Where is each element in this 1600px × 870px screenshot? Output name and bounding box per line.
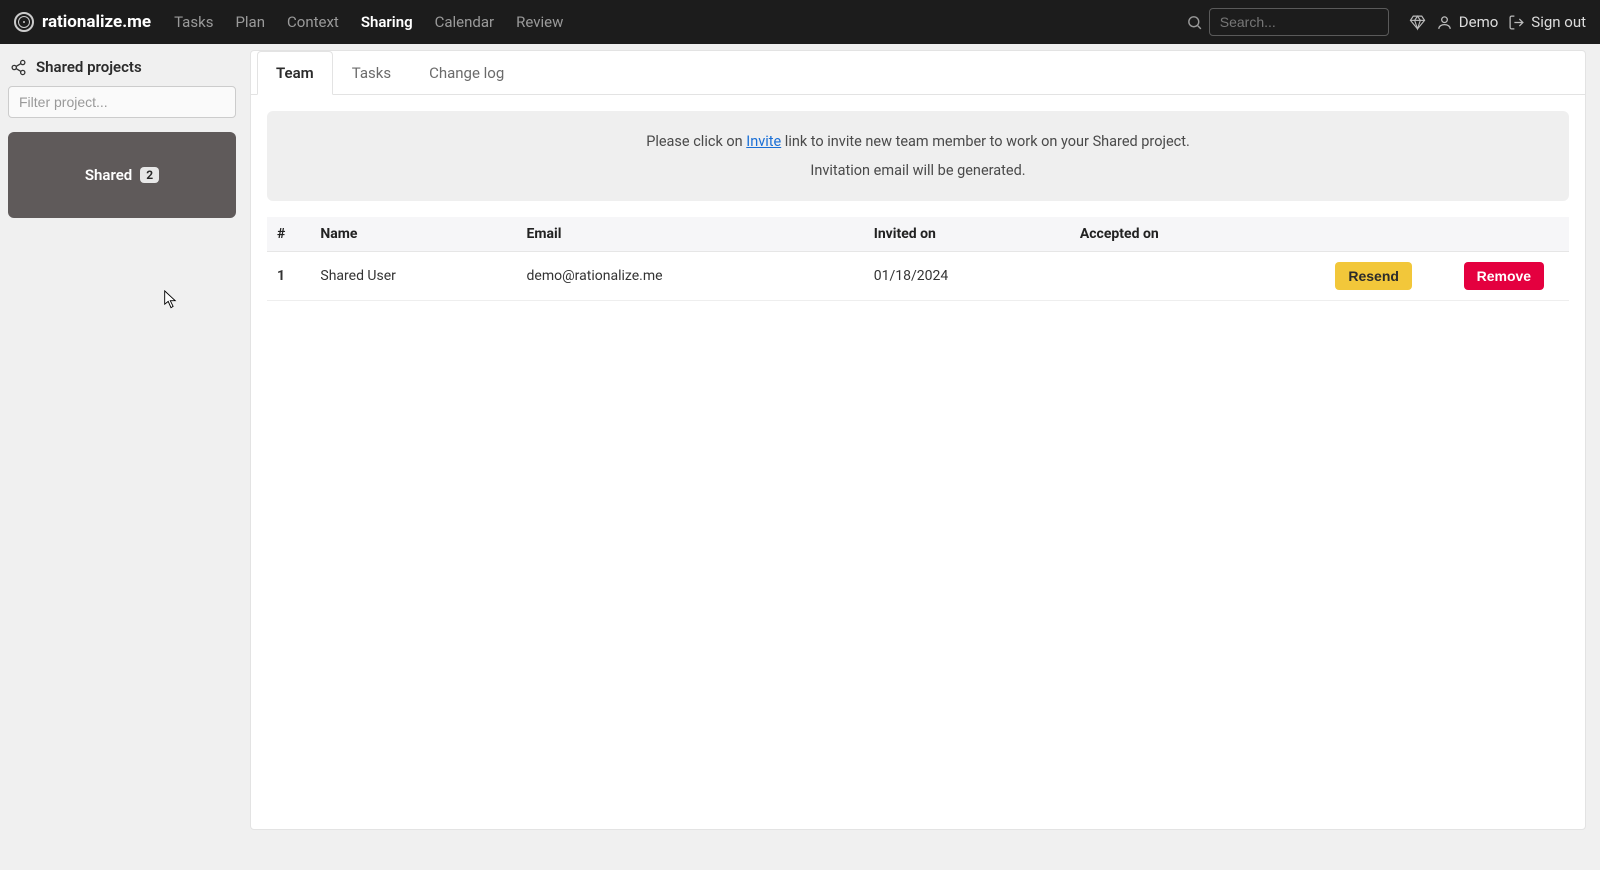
main: Team Tasks Change log Please click on In… [244,44,1600,870]
cell-invited: 01/18/2024 [864,252,1070,301]
notice-line2: Invitation email will be generated. [287,156,1549,185]
nav-user[interactable]: Demo [1436,13,1499,31]
top-nav: rationalize.me Tasks Plan Context Sharin… [0,0,1600,44]
th-name: Name [310,217,516,252]
nav-plan[interactable]: Plan [226,5,274,39]
user-label: Demo [1459,13,1499,31]
cell-email: demo@rationalize.me [517,252,864,301]
project-card-shared[interactable]: Shared 2 [8,132,236,218]
brand-logo-icon [14,12,34,32]
nav-links: Tasks Plan Context Sharing Calendar Revi… [165,5,572,39]
th-idx: # [267,217,310,252]
cell-idx: 1 [267,252,310,301]
th-remove [1439,217,1569,252]
notice: Please click on Invite link to invite ne… [267,111,1569,201]
sidebar-title-text: Shared projects [36,58,142,76]
signout-button[interactable]: Sign out [1508,13,1586,31]
th-accepted: Accepted on [1070,217,1309,252]
filter-project-input[interactable] [8,86,236,118]
cell-name: Shared User [310,252,516,301]
sidebar-title: Shared projects [8,52,236,86]
th-email: Email [517,217,864,252]
tab-changelog[interactable]: Change log [410,51,523,95]
panel: Team Tasks Change log Please click on In… [250,50,1586,830]
table-header-row: # Name Email Invited on Accepted on [267,217,1569,252]
share-icon [10,59,27,76]
team-table: # Name Email Invited on Accepted on 1 Sh… [267,217,1569,301]
sidebar: Shared projects Shared 2 [0,44,244,870]
nav-review[interactable]: Review [507,5,572,39]
remove-button[interactable]: Remove [1464,262,1544,290]
project-card-name: Shared [85,166,132,184]
nav-context[interactable]: Context [278,5,348,39]
project-card-badge: 2 [140,167,159,183]
cell-accepted [1070,252,1309,301]
brand-text: rationalize.me [42,12,151,32]
notice-prefix: Please click on [646,133,746,150]
search-input[interactable] [1209,8,1389,36]
nav-calendar[interactable]: Calendar [426,5,504,39]
search-wrap [1186,8,1389,36]
user-icon [1436,14,1453,31]
nav-right: Demo Sign out [1409,13,1586,31]
th-invited: Invited on [864,217,1070,252]
th-resend [1309,217,1439,252]
signout-icon [1508,14,1525,31]
tab-team[interactable]: Team [257,51,333,95]
nav-tasks[interactable]: Tasks [165,5,222,39]
invite-link[interactable]: Invite [746,133,781,150]
brand[interactable]: rationalize.me [14,12,151,32]
tabs: Team Tasks Change log [251,51,1585,95]
resend-button[interactable]: Resend [1335,262,1412,290]
notice-suffix: link to invite new team member to work o… [781,133,1190,150]
cell-remove: Remove [1439,252,1569,301]
nav-sharing[interactable]: Sharing [352,5,422,39]
cell-resend: Resend [1309,252,1439,301]
diamond-icon[interactable] [1409,14,1426,31]
tab-tasks[interactable]: Tasks [333,51,410,95]
signout-label: Sign out [1531,13,1586,31]
table-row: 1 Shared User demo@rationalize.me 01/18/… [267,252,1569,301]
search-icon[interactable] [1186,14,1203,31]
